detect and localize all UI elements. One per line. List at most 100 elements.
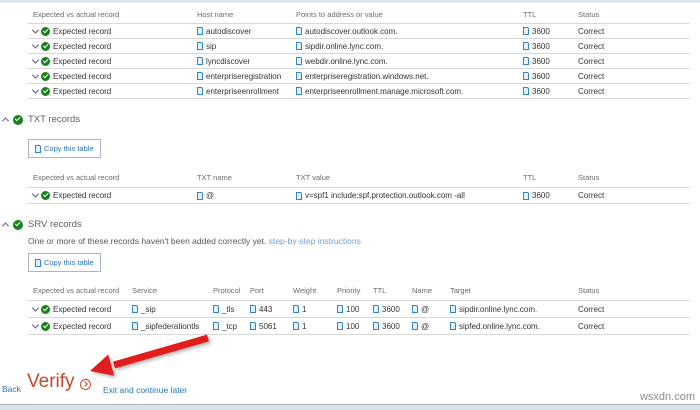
ttl-value: 3600: [382, 304, 400, 314]
copy-icon: [35, 258, 41, 267]
col-header: Status: [578, 173, 600, 182]
ttl-value: 3600: [382, 321, 400, 331]
col-header: Status: [578, 9, 600, 19]
copy-icon[interactable]: [250, 322, 256, 330]
copy-icon[interactable]: [296, 72, 302, 80]
copy-icon[interactable]: [213, 322, 219, 330]
copy-icon[interactable]: [250, 305, 256, 313]
success-check-icon: [41, 304, 50, 314]
section-title: TXT records: [28, 114, 81, 125]
copy-icon[interactable]: [523, 72, 529, 80]
col-header: Protocol: [213, 286, 241, 295]
col-header: Weight: [293, 286, 317, 295]
copy-table-label: Copy this table: [44, 258, 94, 267]
window-bottom-edge: [0, 404, 700, 410]
protocol-value: _tcp: [222, 321, 238, 331]
chevron-right-circle-icon: [79, 378, 91, 390]
priority-value: 100: [346, 321, 360, 331]
copy-icon[interactable]: [523, 191, 529, 200]
expected-record-label: Expected record: [53, 304, 112, 314]
name-value: @: [421, 304, 430, 314]
col-header: Status: [578, 286, 600, 295]
copy-icon[interactable]: [412, 305, 418, 313]
table-header-row: Expected vs actual record Service Protoc…: [28, 281, 690, 300]
chevron-down-icon[interactable]: [31, 56, 40, 64]
chevron-up-icon[interactable]: [1, 222, 10, 230]
col-header: Expected vs actual record: [33, 173, 120, 182]
success-check-icon: [41, 86, 50, 96]
chevron-down-icon[interactable]: [31, 321, 40, 329]
copy-icon[interactable]: [296, 42, 302, 50]
chevron-down-icon[interactable]: [31, 41, 40, 49]
copy-icon[interactable]: [293, 305, 299, 313]
txt-records-section-header[interactable]: TXT records: [1, 114, 81, 125]
txt-value: v=spf1 include:spf.protection.outlook.co…: [305, 191, 465, 200]
copy-icon[interactable]: [373, 305, 379, 313]
table-row: Expected record _sip _tls 443 1 100 3600…: [28, 300, 690, 317]
status-value: Correct: [578, 86, 605, 96]
copy-icon[interactable]: [296, 57, 302, 65]
success-check-icon: [13, 114, 23, 125]
copy-icon[interactable]: [523, 27, 529, 35]
table-row: Expected record autodiscover autodiscove…: [28, 23, 690, 38]
success-check-icon: [41, 41, 50, 51]
chevron-down-icon[interactable]: [31, 26, 40, 34]
red-annotation-arrow: [90, 334, 209, 376]
copy-icon[interactable]: [373, 322, 379, 330]
port-value: 443: [259, 304, 273, 314]
table-row: Expected record sip sipdir.online.lync.c…: [28, 38, 690, 53]
copy-icon[interactable]: [296, 87, 302, 95]
status-value: Correct: [578, 26, 605, 36]
copy-icon[interactable]: [213, 305, 219, 313]
copy-icon[interactable]: [197, 191, 203, 200]
priority-value: 100: [346, 304, 360, 314]
points-to-value: sipdir.online.lync.com.: [305, 41, 384, 51]
copy-icon[interactable]: [197, 57, 203, 65]
copy-icon[interactable]: [523, 87, 529, 95]
copy-table-button[interactable]: Copy this table: [28, 139, 101, 158]
col-header: TXT value: [296, 173, 331, 182]
success-check-icon: [41, 56, 50, 66]
col-header: Target: [450, 286, 471, 295]
exit-and-continue-later-link[interactable]: Exit and continue later: [103, 385, 187, 395]
chevron-up-icon[interactable]: [1, 117, 10, 125]
ttl-value: 3600: [532, 71, 550, 81]
weight-value: 1: [302, 321, 307, 331]
copy-table-button[interactable]: Copy this table: [28, 253, 101, 272]
copy-icon[interactable]: [197, 42, 203, 50]
chevron-down-icon[interactable]: [31, 71, 40, 79]
copy-icon[interactable]: [412, 322, 418, 330]
copy-icon[interactable]: [197, 27, 203, 35]
ttl-value: 3600: [532, 191, 550, 200]
copy-icon[interactable]: [337, 305, 343, 313]
points-to-value: enterpriseregistration.windows.net.: [305, 71, 429, 81]
copy-icon[interactable]: [132, 322, 138, 330]
srv-records-section-header[interactable]: SRV records: [1, 219, 82, 230]
points-to-value: enterpriseenrollment.manage.microsoft.co…: [305, 86, 464, 96]
copy-icon[interactable]: [296, 27, 302, 35]
copy-icon[interactable]: [197, 87, 203, 95]
copy-icon[interactable]: [523, 57, 529, 65]
status-value: Correct: [578, 191, 605, 200]
success-check-icon: [13, 219, 23, 230]
copy-icon[interactable]: [132, 305, 138, 313]
copy-icon[interactable]: [450, 305, 456, 313]
copy-icon[interactable]: [450, 322, 456, 330]
copy-icon[interactable]: [197, 72, 203, 80]
copy-icon[interactable]: [523, 42, 529, 50]
chevron-down-icon[interactable]: [31, 304, 40, 312]
chevron-down-icon[interactable]: [31, 86, 40, 94]
table-header-row: Expected vs actual record TXT name TXT v…: [28, 168, 690, 187]
step-by-step-instructions-link[interactable]: step-by-step instructions: [269, 236, 361, 246]
copy-icon[interactable]: [337, 322, 343, 330]
chevron-down-icon[interactable]: [31, 191, 40, 198]
status-value: Correct: [578, 41, 605, 51]
expected-record-label: Expected record: [53, 41, 112, 51]
back-button[interactable]: Back: [2, 384, 21, 394]
copy-icon[interactable]: [296, 191, 302, 200]
txt-records-table: Expected vs actual record TXT name TXT v…: [28, 168, 690, 204]
host-name-value: autodiscover: [206, 26, 252, 36]
host-name-value: enterpriseregistration: [206, 71, 282, 81]
cname-records-table: Expected vs actual record Host name Poin…: [28, 5, 690, 99]
copy-icon[interactable]: [293, 322, 299, 330]
